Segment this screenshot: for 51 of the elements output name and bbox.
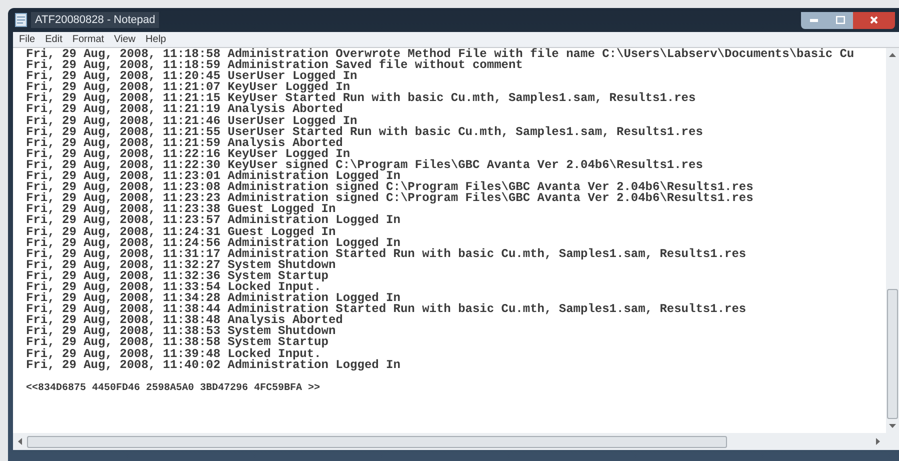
minimize-icon <box>810 18 818 22</box>
scroll-up-icon <box>889 53 896 57</box>
scrollbar-thumb[interactable] <box>887 289 898 419</box>
text-line: Fri, 29 Aug, 2008, 11:21:59 Analysis Aborted <box>26 138 343 149</box>
close-button[interactable] <box>853 12 895 28</box>
text-line: Fri, 29 Aug, 2008, 11:23:57 Administration Logged In <box>26 215 400 226</box>
menu-item[interactable]: File <box>19 34 36 44</box>
text-line: Fri, 29 Aug, 2008, 11:20:45 UserUser Logged In <box>26 71 358 82</box>
text-line: Fri, 29 Aug, 2008, 11:40:02 Administration Logged In <box>26 360 400 371</box>
text-line: Fri, 29 Aug, 2008, 11:23:08 Administration signed C:\Program Files\GBC Avanta Ver 2.04b6\Results1.res <box>26 182 754 194</box>
text-line: Fri, 29 Aug, 2008, 11:21:15 KeyUser Started Run with basic Cu.mth, Samples1.sam, Results1.res <box>26 93 696 104</box>
text-line: Fri, 29 Aug, 2008, 11:22:30 KeyUser signed C:\Program Files\GBC Avanta Ver 2.04b6\Results1.res <box>26 160 703 172</box>
scrollbar-thumb[interactable] <box>27 436 727 448</box>
scroll-left-icon <box>18 438 22 445</box>
notepad-icon <box>15 13 27 27</box>
menu-item[interactable]: Format <box>72 34 104 44</box>
menu-item[interactable]: Help <box>146 34 166 44</box>
menu-item[interactable]: Edit <box>45 34 62 44</box>
text-line: Fri, 29 Aug, 2008, 11:18:58 Administration Overwrote Method File with file name C:\Users\Labserv\Documents\basic Cu <box>26 49 854 60</box>
text-line: Fri, 29 Aug, 2008, 11:24:56 Administration Logged In <box>26 238 400 249</box>
text-line: Fri, 29 Aug, 2008, 11:23:23 Administration signed C:\Program Files\GBC Avanta Ver 2.04b6\Results1.res <box>26 193 754 204</box>
text-line: Fri, 29 Aug, 2008, 11:31:17 Administration Started Run with basic Cu.mth, Samples1.sam, Results1.res <box>26 248 746 260</box>
text-line: Fri, 29 Aug, 2008, 11:18:59 Administration Saved file without comment <box>26 60 523 72</box>
text-line: Fri, 29 Aug, 2008, 11:23:38 Guest Logged In <box>26 204 336 216</box>
text-line: <<834D6875 4450FD46 2598A5A0 3BD47296 4FC59BFA >> <box>26 382 320 394</box>
text-line: Fri, 29 Aug, 2008, 11:32:27 System Shutdown <box>26 260 336 271</box>
text-line: Fri, 29 Aug, 2008, 11:32:36 System Startup <box>26 270 328 282</box>
window-title: ATF20080828 - Notepad <box>31 12 160 28</box>
text-line: Fri, 29 Aug, 2008, 11:22:16 KeyUser Logged In <box>26 148 350 160</box>
minimize-button[interactable] <box>801 12 827 28</box>
text-line: Fri, 29 Aug, 2008, 11:38:48 Analysis Aborted <box>26 315 343 326</box>
text-line: Fri, 29 Aug, 2008, 11:39:48 Locked Input. <box>26 348 322 360</box>
text-line: Fri, 29 Aug, 2008, 11:38:44 Administration Started Run with basic Cu.mth, Samples1.sam, Results1.res <box>26 304 746 316</box>
menu-item[interactable]: View <box>114 34 136 44</box>
text-line: Fri, 29 Aug, 2008, 11:21:07 KeyUser Logged In <box>26 82 350 94</box>
scroll-down-icon <box>889 424 896 428</box>
text-line: Fri, 29 Aug, 2008, 11:21:46 UserUser Logged In <box>26 116 358 127</box>
close-icon <box>870 16 878 24</box>
maximize-icon <box>836 16 844 24</box>
text-line: Fri, 29 Aug, 2008, 11:38:58 System Startup <box>26 337 328 349</box>
horizontal-scrollbar[interactable] <box>13 433 899 450</box>
text-line: Fri, 29 Aug, 2008, 11:33:54 Locked Input. <box>26 282 322 294</box>
text-line: Fri, 29 Aug, 2008, 11:21:19 Analysis Aborted <box>26 104 343 116</box>
text-line: Fri, 29 Aug, 2008, 11:34:28 Administration Logged In <box>26 293 400 304</box>
text-line: Fri, 29 Aug, 2008, 11:24:31 Guest Logged In <box>26 226 336 238</box>
scroll-right-icon <box>876 438 880 445</box>
maximize-button[interactable] <box>827 12 853 28</box>
text-line: Fri, 29 Aug, 2008, 11:21:55 UserUser Started Run with basic Cu.mth, Samples1.sam, Results1.res <box>26 126 703 138</box>
vertical-scrollbar[interactable] <box>886 48 899 433</box>
text-line: Fri, 29 Aug, 2008, 11:38:53 System Shutdown <box>26 326 336 338</box>
text-line: Fri, 29 Aug, 2008, 11:23:01 Administration Logged In <box>26 171 400 182</box>
